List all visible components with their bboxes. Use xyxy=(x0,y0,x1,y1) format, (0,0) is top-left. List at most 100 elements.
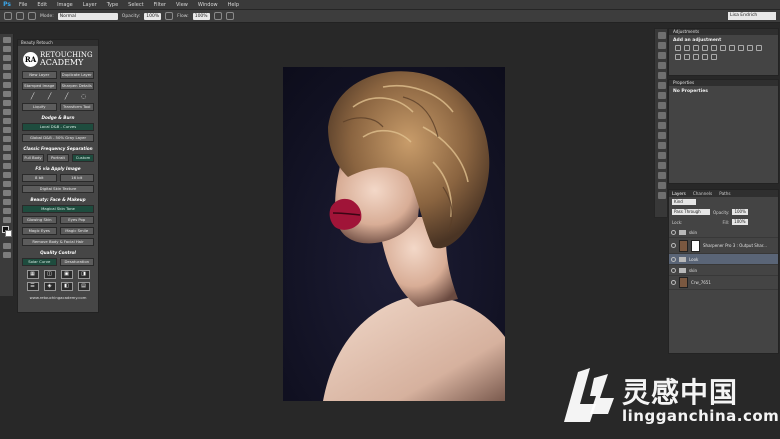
pen-icon[interactable]: ╱ xyxy=(62,94,71,100)
tab-channels[interactable]: Channels xyxy=(693,190,712,197)
invert-icon[interactable] xyxy=(675,54,681,60)
photoshop-logo[interactable]: Ps xyxy=(0,0,14,10)
quick-select-tool-icon[interactable] xyxy=(3,64,11,70)
qc-action-8-icon[interactable]: ▤ xyxy=(77,282,90,291)
visibility-eye-icon[interactable] xyxy=(671,267,676,273)
tab-layers[interactable]: Layers xyxy=(672,190,686,197)
background-color-swatch[interactable] xyxy=(5,230,12,237)
quick-mask-icon[interactable] xyxy=(3,243,11,249)
new-layer-button[interactable]: New Layer xyxy=(22,71,57,79)
brush-tool-icon[interactable] xyxy=(4,12,12,20)
marquee-tool-icon[interactable] xyxy=(3,46,11,52)
hand-tool-icon[interactable] xyxy=(3,199,11,205)
layer-row[interactable]: skin xyxy=(669,227,778,238)
menu-file[interactable]: File xyxy=(14,0,32,10)
crop-tool-icon[interactable] xyxy=(3,73,11,79)
brush-icon[interactable]: ╱ xyxy=(28,94,37,100)
magical-skin-tone-button[interactable]: Magical Skin Tone xyxy=(22,205,94,213)
document-canvas[interactable] xyxy=(283,67,505,401)
transform-tool-button[interactable]: Transform Tool xyxy=(59,103,94,111)
8-bit-button[interactable]: 8 bit xyxy=(22,174,57,182)
layer-row[interactable]: Look xyxy=(669,254,778,265)
workspace-select[interactable]: Lisa Endrich xyxy=(728,12,776,20)
brush-panel-icon[interactable] xyxy=(28,12,36,20)
tab-paths[interactable]: Paths xyxy=(719,190,730,197)
dodge-tool-icon[interactable] xyxy=(3,154,11,160)
curves-icon[interactable] xyxy=(693,45,699,51)
swatches-icon[interactable] xyxy=(658,122,666,129)
photo-filter-icon[interactable] xyxy=(747,45,753,51)
blur-icon[interactable]: ╱ xyxy=(45,94,54,100)
styles-icon[interactable] xyxy=(658,132,666,139)
color-icon[interactable] xyxy=(658,112,666,119)
type-tool-icon[interactable] xyxy=(3,172,11,178)
fill-field[interactable]: 100% xyxy=(732,219,748,225)
qc-action-4-icon[interactable]: ◨ xyxy=(77,270,90,279)
liquify-button[interactable]: Liquify xyxy=(22,103,57,111)
menu-image[interactable]: Image xyxy=(52,0,78,10)
history-icon[interactable] xyxy=(658,32,666,39)
clone-source-icon[interactable] xyxy=(658,72,666,79)
portrait-button[interactable]: Portrait xyxy=(47,154,69,162)
history-brush-tool-icon[interactable] xyxy=(3,118,11,124)
menu-view[interactable]: View xyxy=(171,0,193,10)
3d-icon[interactable] xyxy=(658,192,666,199)
pen-tool-icon[interactable] xyxy=(3,163,11,169)
menu-select[interactable]: Select xyxy=(123,0,148,10)
posterize-icon[interactable] xyxy=(684,54,690,60)
qc-action-5-icon[interactable]: ☰ xyxy=(26,282,39,291)
qc-action-3-icon[interactable]: ▣ xyxy=(60,270,73,279)
magic-smile-button[interactable]: Magic Smile xyxy=(59,227,94,235)
lasso-icon[interactable]: ◌ xyxy=(79,94,88,100)
zoom-tool-icon[interactable] xyxy=(3,208,11,214)
menu-layer[interactable]: Layer xyxy=(78,0,102,10)
clone-stamp-tool-icon[interactable] xyxy=(3,109,11,115)
digital-skin-texture-button[interactable]: Digital Skin Texture xyxy=(22,185,94,193)
layer-mask-thumbnail[interactable] xyxy=(691,239,700,252)
brush-settings-icon[interactable] xyxy=(658,52,666,59)
qc-action-6-icon[interactable]: ◈ xyxy=(43,282,56,291)
eraser-tool-icon[interactable] xyxy=(3,127,11,133)
glowing-skin-button[interactable]: Glowing Skin xyxy=(22,216,57,224)
blur-tool-icon[interactable] xyxy=(3,145,11,151)
pressure-opacity-icon[interactable] xyxy=(165,12,174,20)
brush-preset-icon[interactable] xyxy=(16,12,24,20)
eyes-pop-button[interactable]: Eyes Pop xyxy=(59,216,94,224)
hue-saturation-icon[interactable] xyxy=(720,45,726,51)
color-swatches[interactable] xyxy=(2,226,13,240)
pressure-size-icon[interactable] xyxy=(225,12,234,20)
exposure-icon[interactable] xyxy=(702,45,708,51)
duplicate-layer-button[interactable]: Duplicate Layer xyxy=(59,71,94,79)
menu-window[interactable]: Window xyxy=(193,0,223,10)
navigator-icon[interactable] xyxy=(658,142,666,149)
menu-type[interactable]: Type xyxy=(102,0,123,10)
website-link[interactable]: www.retouchingacademy.com xyxy=(18,295,98,300)
menu-help[interactable]: Help xyxy=(223,0,244,10)
character-icon[interactable] xyxy=(658,82,666,89)
lasso-tool-icon[interactable] xyxy=(3,55,11,61)
remove-hair-button[interactable]: Remove Body & Facial Hair xyxy=(22,238,94,246)
shape-tool-icon[interactable] xyxy=(3,190,11,196)
vibrance-icon[interactable] xyxy=(711,45,717,51)
sharpen-details-button[interactable]: Sharpen Details xyxy=(59,82,94,90)
layer-opacity-field[interactable]: 100% xyxy=(732,209,748,215)
flow-field[interactable]: 100% xyxy=(192,12,210,20)
qc-action-7-icon[interactable]: ◧ xyxy=(60,282,73,291)
local-dnb-curves-button[interactable]: Local D&B - Curves xyxy=(22,123,94,131)
blend-mode-select[interactable]: Pass Through xyxy=(672,209,710,215)
solar-curve-button[interactable]: Solar Curve xyxy=(22,258,57,266)
healing-brush-tool-icon[interactable] xyxy=(3,91,11,97)
airbrush-icon[interactable] xyxy=(213,12,222,20)
layer-row[interactable]: skin xyxy=(669,265,778,276)
eyedropper-tool-icon[interactable] xyxy=(3,82,11,88)
info-icon[interactable] xyxy=(658,102,666,109)
notes-icon[interactable] xyxy=(658,172,666,179)
visibility-eye-icon[interactable] xyxy=(671,229,676,235)
visibility-eye-icon[interactable] xyxy=(671,256,676,262)
black-white-icon[interactable] xyxy=(738,45,744,51)
layer-comps-icon[interactable] xyxy=(658,162,666,169)
channel-mixer-icon[interactable] xyxy=(756,45,762,51)
brush-presets-icon[interactable] xyxy=(658,62,666,69)
selective-color-icon[interactable] xyxy=(711,54,717,60)
more-tools-icon[interactable] xyxy=(3,217,11,223)
